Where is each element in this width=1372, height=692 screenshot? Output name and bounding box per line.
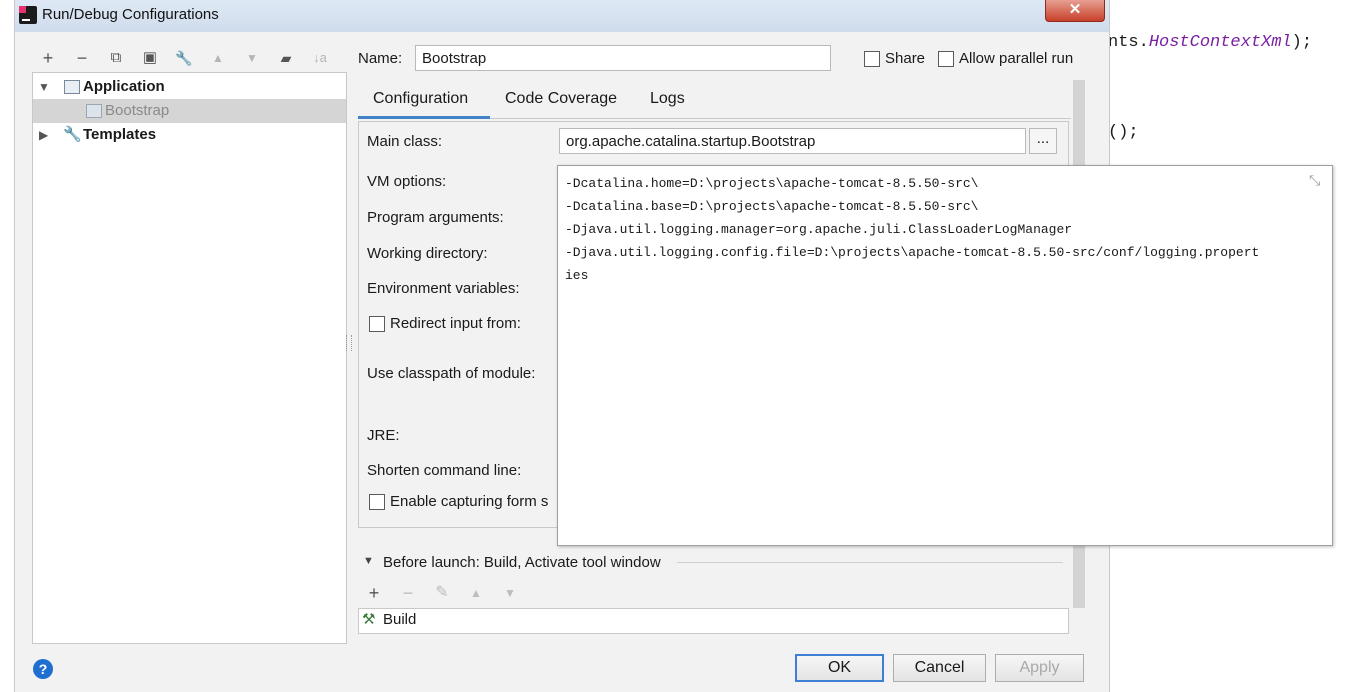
enable-capturing-label: Enable capturing form s <box>390 493 549 510</box>
background-editor-left <box>0 0 14 692</box>
tree-item-application[interactable]: ▼ Application <box>33 75 346 99</box>
main-class-label: Main class: <box>367 133 443 150</box>
before-launch-divider <box>677 562 1063 563</box>
task-build-label[interactable]: Build <box>383 611 416 628</box>
copy-configuration-button[interactable]: ⧉ <box>104 46 128 70</box>
cancel-button[interactable]: Cancel <box>893 654 986 682</box>
vm-options-label: VM options: <box>367 173 447 190</box>
editor-code-line: (); <box>1108 123 1139 142</box>
run-debug-dialog: Run/Debug Configurations ✕ + − ⧉ ▣ 🔧 ▲ ▼… <box>14 0 1333 692</box>
window-title: Run/Debug Configurations <box>42 6 219 23</box>
shorten-command-line-label: Shorten command line: <box>367 462 522 479</box>
name-label: Name: <box>358 50 403 67</box>
before-launch-task-list: ⚒ Build <box>358 608 1069 634</box>
vm-option-line: ies <box>565 268 589 283</box>
allow-parallel-checkbox[interactable] <box>938 51 954 67</box>
tab-code-coverage[interactable]: Code Coverage <box>505 90 617 108</box>
tree-item-label: Templates <box>83 126 157 143</box>
active-tab-indicator <box>358 116 490 119</box>
move-task-up-button[interactable]: ▲ <box>465 582 487 604</box>
new-folder-button[interactable]: ▰ <box>274 46 298 70</box>
browse-main-class-button[interactable]: ... <box>1029 128 1057 154</box>
remove-task-button[interactable]: − <box>397 582 419 604</box>
share-checkbox[interactable] <box>864 51 880 67</box>
application-config-icon <box>86 104 102 118</box>
title-bar: Run/Debug Configurations ✕ <box>15 0 1109 32</box>
chevron-down-icon[interactable]: ▼ <box>363 555 374 567</box>
name-input[interactable]: Bootstrap <box>415 45 831 71</box>
allow-parallel-label: Allow parallel run <box>959 50 1074 67</box>
redirect-input-checkbox[interactable] <box>369 316 385 332</box>
tab-configuration[interactable]: Configuration <box>373 90 468 108</box>
tab-logs[interactable]: Logs <box>650 90 685 108</box>
tree-item-label: Bootstrap <box>105 102 170 119</box>
apply-button[interactable]: Apply <box>995 654 1084 682</box>
intellij-app-icon <box>19 6 37 24</box>
edit-task-button[interactable]: ✎ <box>431 582 453 604</box>
program-arguments-label: Program arguments: <box>367 209 504 226</box>
environment-variables-label: Environment variables: <box>367 280 520 297</box>
close-button[interactable]: ✕ <box>1045 0 1105 22</box>
editor-code-line: nts.HostContextXml); <box>1108 33 1313 52</box>
enable-capturing-checkbox[interactable] <box>369 494 385 510</box>
collapse-icon[interactable]: ⤡ <box>1309 172 1320 189</box>
before-launch-title: Before launch: Build, Activate tool wind… <box>383 554 661 571</box>
remove-configuration-button[interactable]: − <box>70 46 94 70</box>
jre-label: JRE: <box>367 427 400 444</box>
splitter-handle[interactable] <box>346 335 352 351</box>
chevron-down-icon[interactable]: ▼ <box>38 75 50 99</box>
tree-item-label: Application <box>83 78 165 95</box>
tree-item-bootstrap[interactable]: Bootstrap <box>33 99 346 123</box>
move-task-down-button[interactable]: ▼ <box>499 582 521 604</box>
tree-item-templates[interactable]: ▶ 🔧 Templates <box>33 123 346 147</box>
vm-option-line: -Djava.util.logging.config.file=D:\proje… <box>565 245 1260 260</box>
application-icon <box>64 80 80 94</box>
vm-option-line: -Dcatalina.base=D:\projects\apache-tomca… <box>565 199 979 214</box>
main-class-input[interactable]: org.apache.catalina.startup.Bootstrap <box>559 128 1026 154</box>
wrench-icon[interactable]: 🔧 <box>172 46 196 70</box>
move-down-button[interactable]: ▼ <box>240 46 264 70</box>
vm-option-line: -Djava.util.logging.manager=org.apache.j… <box>565 222 1073 237</box>
ok-button[interactable]: OK <box>795 654 884 682</box>
help-button[interactable]: ? <box>33 659 53 679</box>
chevron-right-icon[interactable]: ▶ <box>39 123 48 147</box>
vm-options-expanded-editor[interactable]: -Dcatalina.home=D:\projects\apache-tomca… <box>557 165 1333 546</box>
add-task-button[interactable]: + <box>363 582 385 604</box>
hammer-icon: ⚒ <box>362 611 376 628</box>
vm-option-line: -Dcatalina.home=D:\projects\apache-tomca… <box>565 176 979 191</box>
share-label: Share <box>885 50 926 67</box>
add-configuration-button[interactable]: + <box>36 46 60 70</box>
configuration-tree: ▼ Application Bootstrap ▶ 🔧 Templates <box>32 72 347 644</box>
sort-button[interactable]: ↓a <box>308 46 332 70</box>
redirect-input-label: Redirect input from: <box>390 315 521 332</box>
save-configuration-button[interactable]: ▣ <box>138 46 162 70</box>
wrench-icon: 🔧 <box>63 126 82 143</box>
classpath-module-label: Use classpath of module: <box>367 365 536 382</box>
working-directory-label: Working directory: <box>367 245 488 262</box>
move-up-button[interactable]: ▲ <box>206 46 230 70</box>
